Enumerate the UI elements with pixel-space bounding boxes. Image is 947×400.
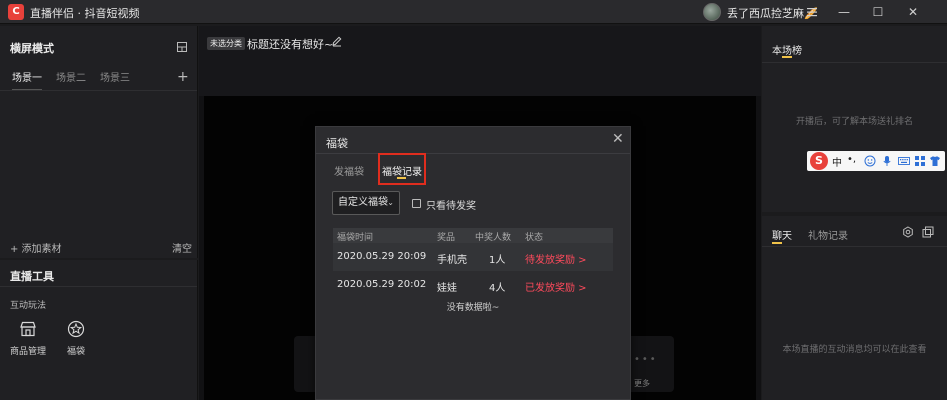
divider bbox=[0, 90, 197, 91]
microphone-icon[interactable] bbox=[881, 155, 893, 167]
column-header: 福袋时间 bbox=[337, 233, 374, 243]
divider bbox=[0, 286, 197, 287]
select-value: 自定义福袋 bbox=[338, 197, 388, 208]
column-header: 状态 bbox=[525, 233, 544, 243]
scene-tabs: 场景一 场景二 场景三 + bbox=[0, 68, 197, 91]
divider bbox=[316, 153, 630, 154]
tool-label: 福袋 bbox=[66, 347, 85, 357]
tab-scene-1[interactable]: 场景一 bbox=[12, 68, 42, 91]
tool-label: 商品管理 bbox=[9, 347, 46, 357]
highlight-box bbox=[378, 153, 426, 185]
ime-punct[interactable]: •, bbox=[847, 154, 856, 165]
chat-empty-text: 本场直播的互动消息均可以在此查看 bbox=[782, 345, 927, 355]
interact-label: 互动玩法 bbox=[10, 301, 47, 311]
bag-type-select[interactable]: 自定义福袋 ⌄ bbox=[332, 191, 400, 215]
ime-toolbar[interactable]: S 中 •, bbox=[807, 151, 945, 171]
tab-scene-2[interactable]: 场景二 bbox=[56, 68, 86, 90]
emoji-icon[interactable] bbox=[864, 155, 876, 167]
tab-indicator bbox=[772, 242, 782, 244]
tools-title: 直播工具 bbox=[10, 270, 54, 283]
cell-time: 2020.05.29 20:09 bbox=[337, 251, 427, 262]
close-window-button[interactable]: ✕ bbox=[902, 3, 924, 21]
pending-only-checkbox[interactable] bbox=[412, 199, 421, 208]
rank-title[interactable]: 本场榜 bbox=[772, 42, 802, 57]
category-badge[interactable]: 未选分类 bbox=[207, 37, 245, 50]
add-scene-button[interactable]: + bbox=[177, 68, 189, 86]
store-icon bbox=[20, 321, 36, 337]
skin-icon[interactable] bbox=[929, 155, 941, 167]
keyboard-icon[interactable] bbox=[898, 155, 910, 167]
minimize-button[interactable]: — bbox=[833, 3, 855, 21]
status-link[interactable]: 已发放奖励 > bbox=[525, 279, 587, 294]
cell-time: 2020.05.29 20:02 bbox=[337, 279, 427, 290]
product-manage-button[interactable]: 商品管理 bbox=[8, 320, 48, 357]
tab-scene-3[interactable]: 场景三 bbox=[100, 68, 130, 90]
maximize-button[interactable]: ☐ bbox=[867, 3, 889, 21]
screen-switch-icon[interactable] bbox=[176, 41, 188, 53]
menu-icon[interactable] bbox=[806, 6, 818, 18]
mode-title: 横屏模式 bbox=[10, 42, 54, 55]
lucky-bag-dialog: 福袋 ✕ 发福袋 福袋记录 自定义福袋 ⌄ 只看待发奖 福袋时间 奖品 中奖人数… bbox=[315, 126, 631, 400]
cell-winners: 4人 bbox=[489, 283, 506, 294]
user-name[interactable]: 丢了西瓜捡芝麻🥖 bbox=[727, 5, 818, 21]
settings-icon[interactable] bbox=[902, 226, 914, 238]
column-header: 中奖人数 bbox=[475, 233, 512, 243]
chevron-down-icon: ⌄ bbox=[387, 198, 394, 207]
pending-only-label[interactable]: 只看待发奖 bbox=[426, 197, 476, 212]
avatar[interactable] bbox=[703, 3, 721, 21]
ime-logo-icon: S bbox=[810, 152, 828, 170]
close-icon[interactable]: ✕ bbox=[612, 131, 624, 147]
table-row: 2020.05.29 20:02 娃娃 4人 已发放奖励 > bbox=[333, 271, 613, 299]
rank-empty-text: 开播后，可了解本场送礼排名 bbox=[795, 117, 913, 127]
cell-winners: 1人 bbox=[489, 255, 506, 266]
no-more-data: 没有数据啦~ bbox=[446, 303, 500, 313]
chat-panel: 聊天 礼物记录 本场直播的互动消息均可以在此查看 bbox=[762, 216, 947, 400]
divider bbox=[762, 62, 947, 63]
cell-prize: 娃娃 bbox=[437, 283, 457, 294]
stream-title[interactable]: 标题还没有想好~ bbox=[247, 36, 333, 52]
title-bar: C 直播伴侣 · 抖音短视频 丢了西瓜捡芝麻🥖 — ☐ ✕ bbox=[0, 0, 947, 24]
dialog-title: 福袋 bbox=[326, 137, 348, 150]
popout-icon[interactable] bbox=[922, 226, 934, 238]
app-title: 直播伴侣 · 抖音短视频 bbox=[30, 7, 140, 20]
add-material-button[interactable]: + 添加素材 bbox=[10, 240, 62, 255]
divider bbox=[762, 246, 947, 247]
scene-panel: 横屏模式 场景一 场景二 场景三 + + 添加素材 清空 bbox=[0, 26, 198, 258]
app-logo-icon: C bbox=[8, 4, 24, 20]
status-link[interactable]: 待发放奖励 > bbox=[525, 251, 587, 266]
rank-panel: 本场榜 开播后，可了解本场送礼排名 bbox=[762, 26, 947, 212]
tab-chat[interactable]: 聊天 bbox=[772, 227, 792, 242]
records-table: 福袋时间 奖品 中奖人数 状态 2020.05.29 20:09 手机壳 1人 … bbox=[333, 228, 613, 313]
tab-gift-records[interactable]: 礼物记录 bbox=[808, 227, 848, 242]
clear-button[interactable]: 清空 bbox=[172, 240, 192, 255]
lucky-bag-button[interactable]: 福袋 bbox=[56, 320, 96, 357]
table-row: 2020.05.29 20:09 手机壳 1人 待发放奖励 > bbox=[333, 243, 613, 271]
cell-prize: 手机壳 bbox=[437, 255, 467, 266]
tab-send-lucky-bag[interactable]: 发福袋 bbox=[334, 163, 364, 178]
tab-indicator bbox=[782, 56, 792, 58]
column-header: 奖品 bbox=[437, 233, 456, 243]
edit-icon[interactable] bbox=[331, 35, 343, 47]
lucky-bag-icon bbox=[67, 320, 85, 338]
live-tools-panel: 直播工具 互动玩法 商品管理 福袋 bbox=[0, 260, 198, 400]
table-header: 福袋时间 奖品 中奖人数 状态 bbox=[333, 228, 613, 243]
toolbox-icon[interactable] bbox=[914, 155, 926, 167]
ime-lang[interactable]: 中 bbox=[832, 154, 842, 169]
